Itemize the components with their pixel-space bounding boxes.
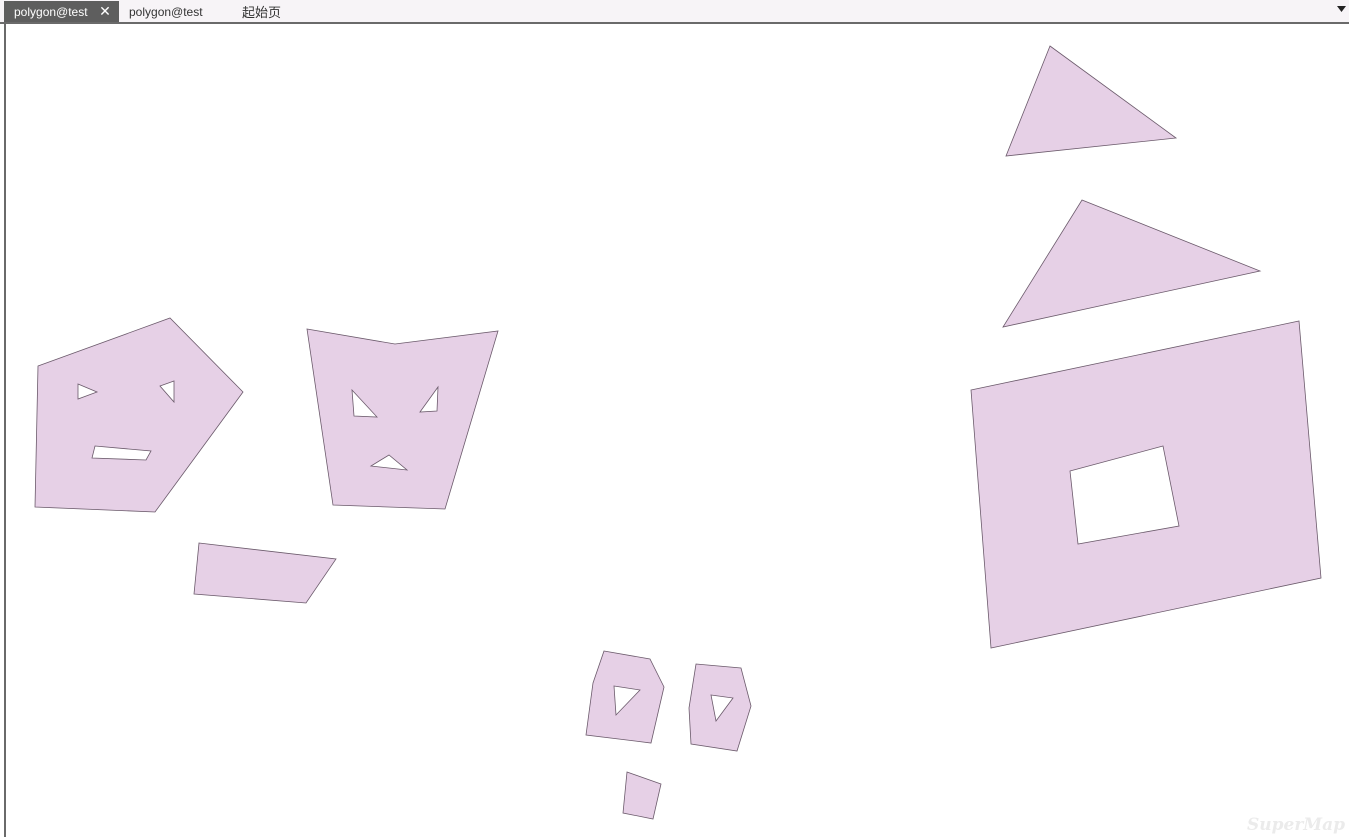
map-canvas[interactable] bbox=[6, 24, 1349, 837]
tab-label: 起始页 bbox=[242, 5, 282, 20]
tab-start-page[interactable]: 起始页 bbox=[232, 1, 302, 22]
document-tab-bar: polygon@test ✕ polygon@test 起始页 bbox=[0, 0, 1349, 24]
tab-label: polygon@test bbox=[14, 4, 88, 19]
tab-label: polygon@test bbox=[129, 4, 203, 19]
map-polygon-feature[interactable] bbox=[970, 320, 1322, 649]
map-polygon-feature[interactable] bbox=[1005, 45, 1178, 157]
map-window: polygon@test ✕ polygon@test 起始页 SuperMap bbox=[0, 0, 1349, 837]
map-polygon-feature[interactable] bbox=[193, 542, 337, 604]
map-view[interactable]: SuperMap bbox=[4, 24, 1349, 837]
close-icon[interactable]: ✕ bbox=[98, 4, 112, 18]
map-polygon-feature[interactable] bbox=[585, 650, 665, 744]
map-polygon-feature[interactable] bbox=[622, 771, 662, 820]
tab-polygon-test-active[interactable]: polygon@test ✕ bbox=[4, 1, 119, 22]
map-polygon-feature[interactable] bbox=[34, 317, 244, 513]
map-polygon-feature[interactable] bbox=[688, 663, 752, 752]
tab-polygon-test[interactable]: polygon@test bbox=[119, 1, 219, 22]
map-polygon-feature[interactable] bbox=[1002, 199, 1262, 328]
chevron-down-icon[interactable] bbox=[1336, 4, 1346, 14]
supermap-watermark: SuperMap bbox=[1246, 815, 1345, 835]
map-polygon-feature[interactable] bbox=[306, 328, 499, 510]
